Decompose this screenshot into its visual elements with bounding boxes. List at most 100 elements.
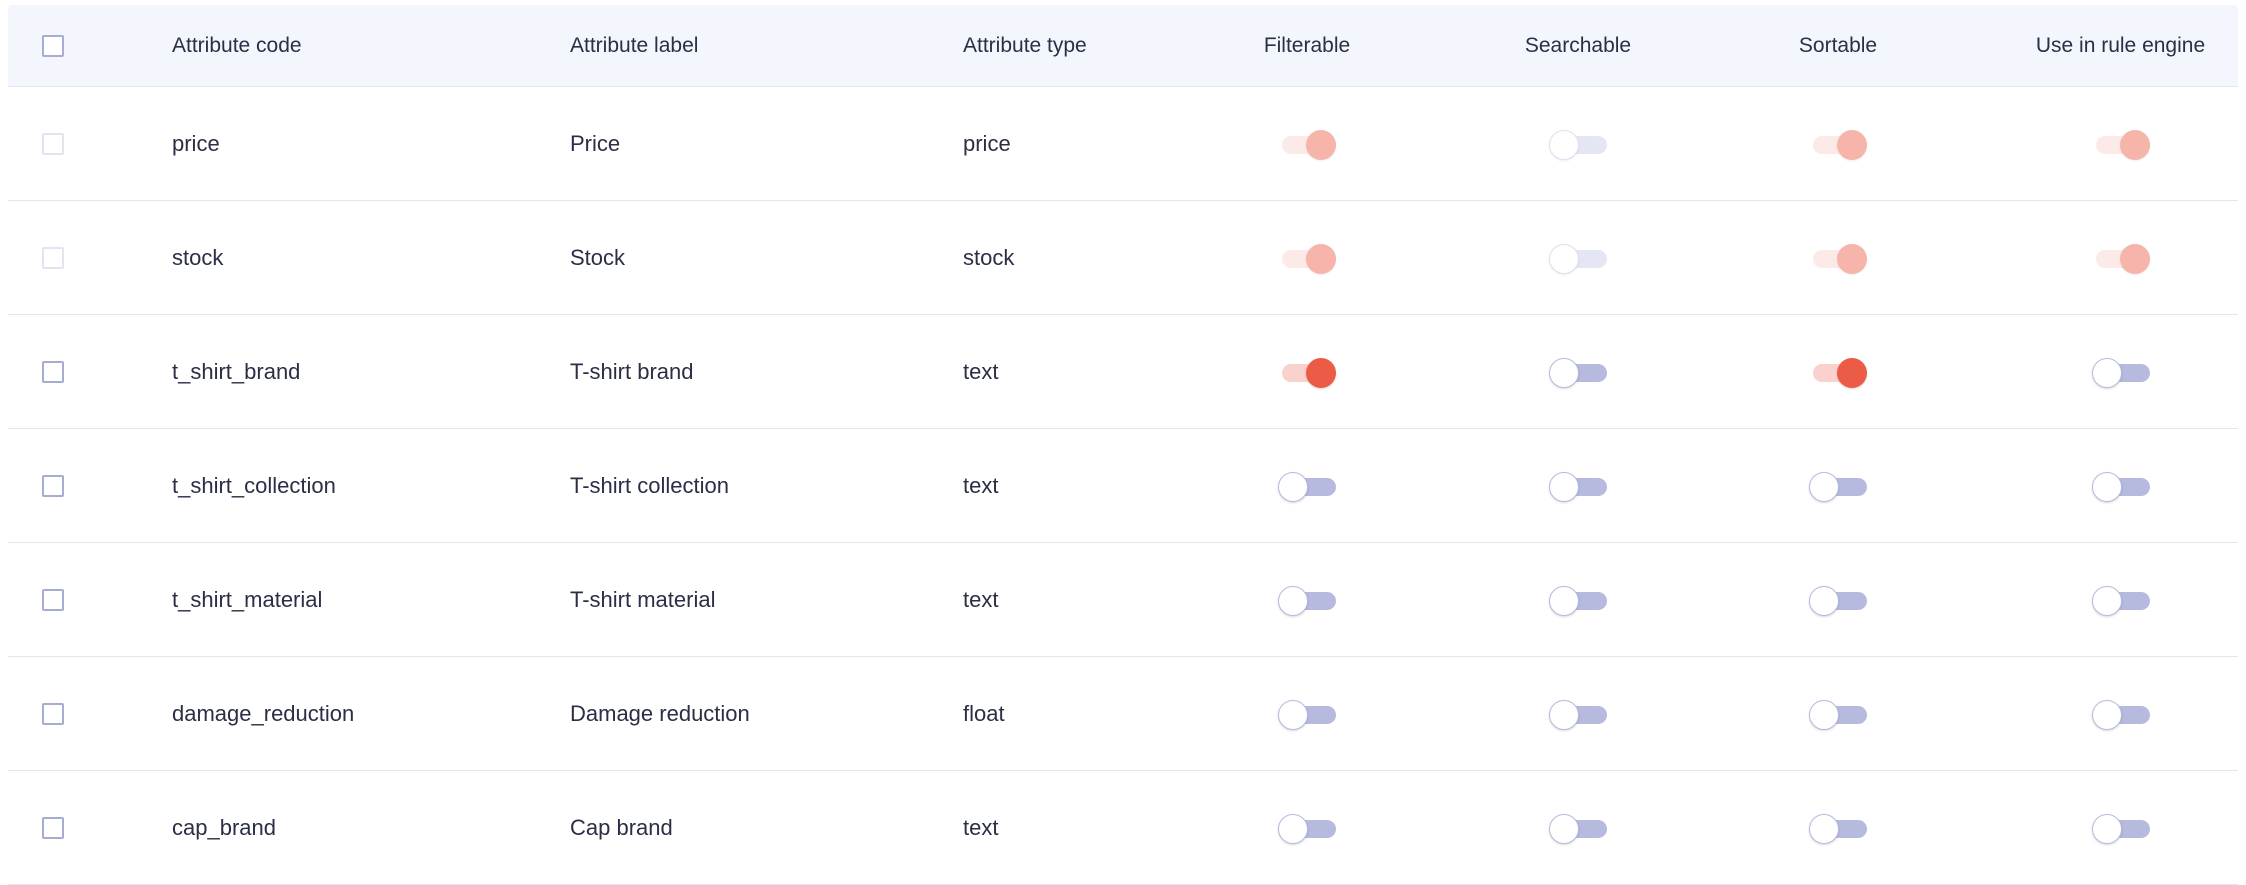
toggle-knob: [2091, 471, 2122, 502]
header-filterable[interactable]: Filterable: [1237, 5, 1377, 86]
attribute-code: t_shirt_brand: [172, 358, 301, 384]
filterable-cell: [1237, 657, 1377, 770]
toggle-knob: [1809, 471, 1839, 502]
sortable-toggle[interactable]: [1809, 812, 1867, 844]
toggle-knob: [1549, 129, 1579, 160]
sortable-cell: [1768, 315, 1908, 428]
rule-engine-toggle: [2092, 242, 2150, 274]
sortable-cell: [1768, 657, 1908, 770]
rule-engine-cell: [2003, 543, 2238, 656]
rule-engine-cell: [2003, 87, 2238, 200]
rule-engine-toggle: [2092, 128, 2150, 160]
filterable-toggle[interactable]: [1278, 584, 1336, 616]
rule-engine-toggle[interactable]: [2091, 698, 2150, 730]
header-attribute-code[interactable]: Attribute code: [172, 5, 302, 86]
row-select-cell: [42, 657, 64, 770]
toggle-knob: [1549, 585, 1579, 616]
header-sortable[interactable]: Sortable: [1768, 5, 1908, 86]
table-body: price Price price stock Stock stock t_shirt_br…: [8, 87, 2238, 885]
searchable-toggle[interactable]: [1549, 584, 1607, 616]
toggle-knob: [1837, 129, 1867, 160]
row-select-cell: [42, 87, 64, 200]
row-checkbox: [42, 132, 64, 155]
toggle-knob: [1278, 699, 1308, 730]
searchable-toggle[interactable]: [1549, 698, 1607, 730]
attribute-label: Stock: [570, 244, 626, 270]
rule-engine-cell: [2003, 429, 2238, 542]
attribute-code: price: [172, 130, 220, 156]
rule-engine-toggle[interactable]: [2091, 812, 2150, 844]
sortable-toggle[interactable]: [1809, 470, 1867, 502]
attribute-type: text: [963, 358, 999, 384]
filterable-cell: [1237, 429, 1377, 542]
row-checkbox[interactable]: [42, 588, 64, 611]
filterable-toggle[interactable]: [1278, 698, 1336, 730]
filterable-cell: [1237, 315, 1377, 428]
toggle-knob: [1549, 813, 1579, 844]
searchable-toggle[interactable]: [1549, 470, 1607, 502]
filterable-toggle[interactable]: [1278, 470, 1336, 502]
toggle-knob: [2091, 699, 2122, 730]
toggle-knob: [1549, 471, 1579, 502]
row-checkbox: [42, 246, 64, 269]
attribute-label: T-shirt collection: [570, 472, 729, 498]
row-checkbox[interactable]: [42, 360, 64, 383]
table-row: t_shirt_material T-shirt material text: [8, 543, 2238, 657]
sortable-toggle[interactable]: [1809, 356, 1867, 388]
searchable-toggle[interactable]: [1549, 356, 1607, 388]
row-checkbox[interactable]: [42, 474, 64, 497]
row-checkbox[interactable]: [42, 702, 64, 725]
sortable-toggle[interactable]: [1809, 584, 1867, 616]
filterable-toggle[interactable]: [1278, 812, 1336, 844]
attribute-type: text: [963, 586, 999, 612]
toggle-knob: [1549, 357, 1579, 388]
searchable-cell: [1478, 87, 1678, 200]
header-use-in-rule-engine[interactable]: Use in rule engine: [2003, 5, 2238, 86]
table-row: damage_reduction Damage reduction float: [8, 657, 2238, 771]
searchable-toggle[interactable]: [1549, 812, 1607, 844]
searchable-cell: [1478, 429, 1678, 542]
attribute-code: t_shirt_material: [172, 586, 323, 612]
toggle-knob: [1837, 357, 1867, 388]
filterable-toggle: [1278, 242, 1336, 274]
attribute-type: text: [963, 814, 999, 840]
header-attribute-label[interactable]: Attribute label: [570, 5, 698, 86]
attribute-type: stock: [963, 244, 1015, 270]
toggle-knob: [1278, 471, 1308, 502]
sortable-cell: [1768, 87, 1908, 200]
select-all-checkbox[interactable]: [42, 34, 64, 57]
attribute-code: t_shirt_collection: [172, 472, 336, 498]
rule-engine-toggle[interactable]: [2091, 356, 2150, 388]
table-row: t_shirt_collection T-shirt collection text: [8, 429, 2238, 543]
toggle-knob: [2091, 585, 2122, 616]
table-row: price Price price: [8, 87, 2238, 201]
header-select-all-cell: [42, 5, 64, 86]
header-searchable[interactable]: Searchable: [1478, 5, 1678, 86]
row-select-cell: [42, 315, 64, 428]
toggle-knob: [1306, 357, 1336, 388]
sortable-cell: [1768, 429, 1908, 542]
toggle-knob: [2091, 357, 2122, 388]
toggle-knob: [1809, 813, 1839, 844]
sortable-toggle[interactable]: [1809, 698, 1867, 730]
header-attribute-type[interactable]: Attribute type: [963, 5, 1087, 86]
filterable-cell: [1237, 201, 1377, 314]
attribute-type: text: [963, 472, 999, 498]
searchable-cell: [1478, 657, 1678, 770]
rule-engine-cell: [2003, 201, 2238, 314]
rule-engine-toggle[interactable]: [2091, 470, 2150, 502]
row-select-cell: [42, 429, 64, 542]
filterable-cell: [1237, 771, 1377, 884]
attribute-code: damage_reduction: [172, 700, 355, 726]
toggle-knob: [2119, 129, 2150, 160]
row-checkbox[interactable]: [42, 816, 64, 839]
toggle-knob: [2119, 243, 2150, 274]
table-header: Attribute code Attribute label Attribute…: [8, 5, 2238, 87]
attribute-type: float: [963, 700, 1005, 726]
searchable-toggle: [1549, 128, 1607, 160]
filterable-toggle[interactable]: [1278, 356, 1336, 388]
table-row: t_shirt_brand T-shirt brand text: [8, 315, 2238, 429]
sortable-cell: [1768, 201, 1908, 314]
toggle-knob: [1549, 243, 1579, 274]
rule-engine-toggle[interactable]: [2091, 584, 2150, 616]
